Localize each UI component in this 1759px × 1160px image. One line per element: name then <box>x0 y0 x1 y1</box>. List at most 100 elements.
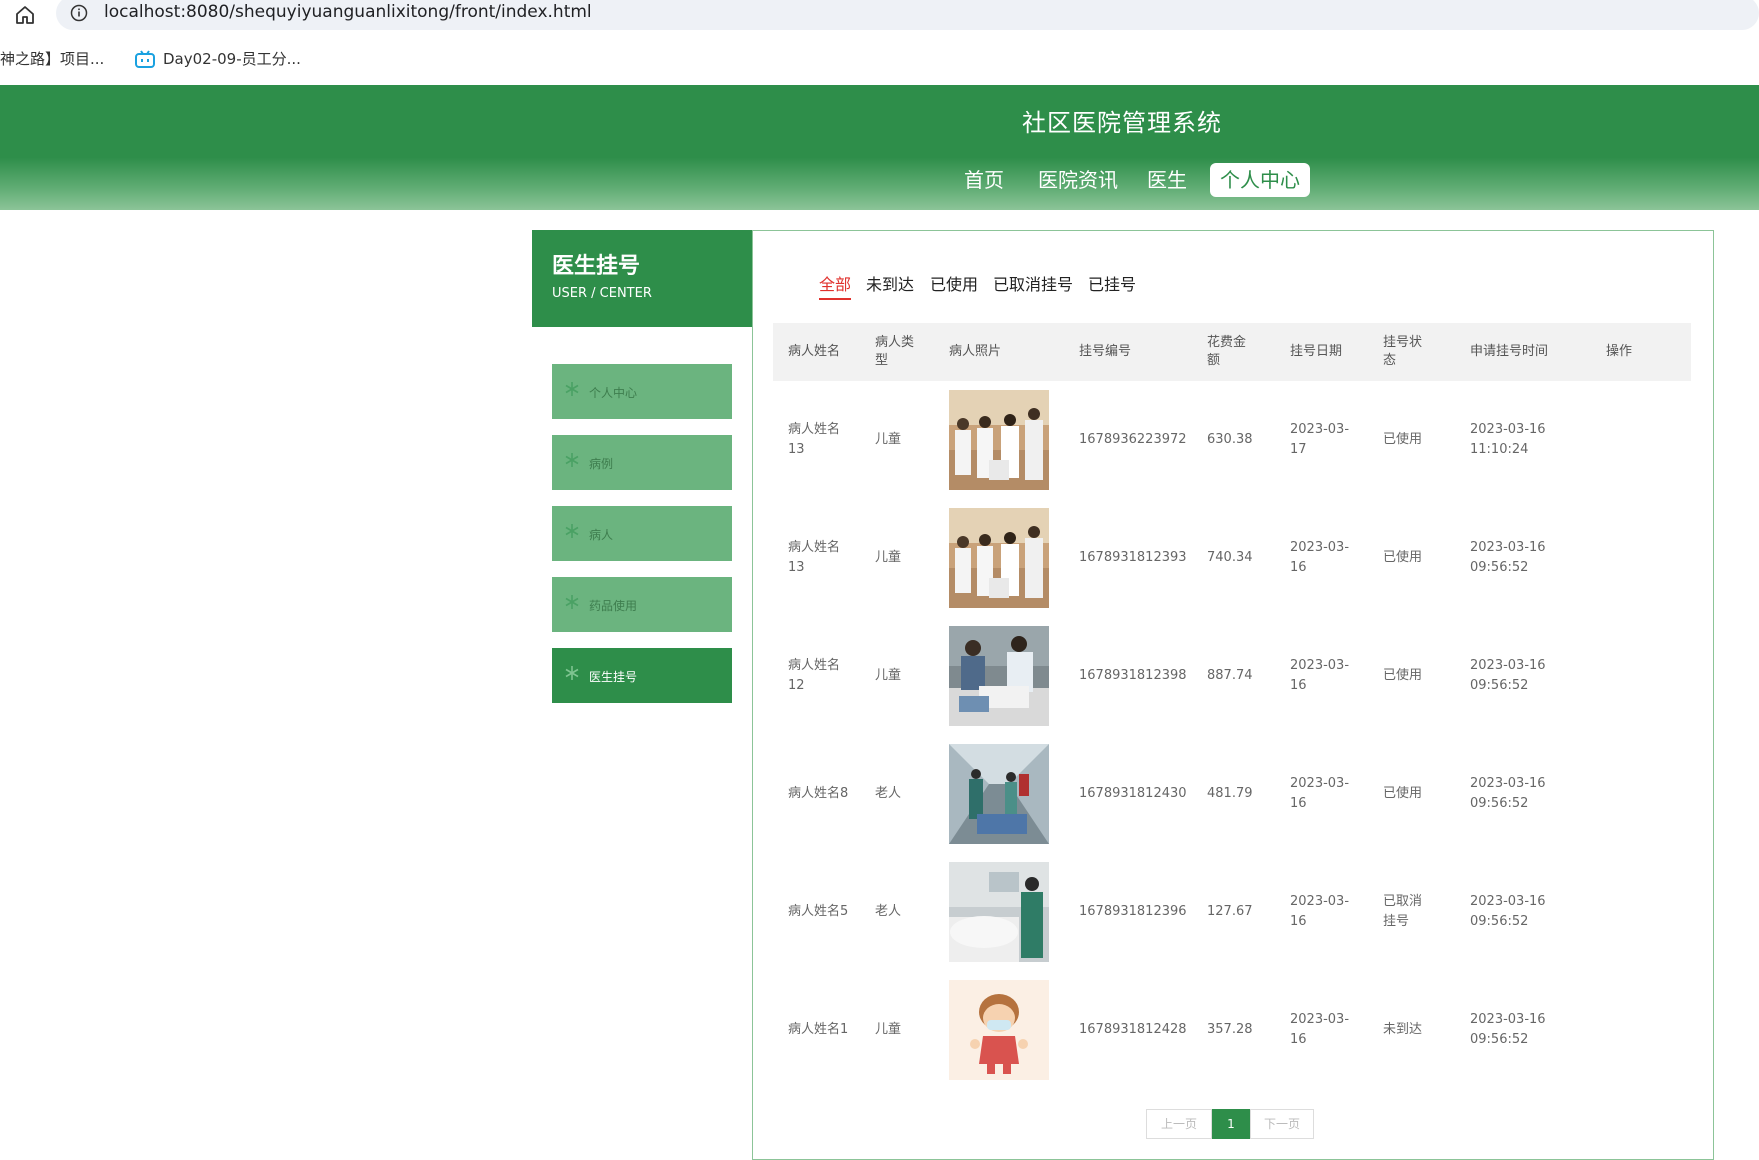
col-reg-status: 挂号状态 <box>1383 335 1423 368</box>
prev-page-button[interactable]: 上一页 <box>1146 1109 1212 1139</box>
cell-name: 病人姓名13 <box>788 422 841 457</box>
site-info-icon[interactable] <box>70 4 88 22</box>
masked-child-cartoon <box>949 980 1049 1080</box>
sidebar-item-label: 个人中心 <box>589 386 638 400</box>
table-row: 病人姓名1 儿童 1678931812428 357.28 2023-03-16… <box>773 971 1691 1089</box>
tab-cancelled[interactable]: 已取消挂号 <box>993 271 1073 295</box>
corridor-stretcher-photo <box>949 744 1049 844</box>
col-fee: 花费金额 <box>1207 335 1247 368</box>
cell-fee: 127.67 <box>1207 904 1253 919</box>
cell-date: 2023-03-16 <box>1290 1012 1350 1047</box>
tab-registered[interactable]: 已挂号 <box>1088 271 1136 295</box>
table-row: 病人姓名5 老人 1678931812396 127.67 2023-03-16… <box>773 853 1691 971</box>
sidebar-item-label: 病人 <box>589 528 614 542</box>
registration-panel: 全部 未到达 已使用 已取消挂号 已挂号 病人姓名 病人类型 病人照片 挂号编号… <box>752 230 1714 1160</box>
cell-reg-no: 1678931812398 <box>1079 668 1187 683</box>
cell-name: 病人姓名5 <box>788 904 849 919</box>
cell-apply-time: 2023-03-16 09:56:52 <box>1470 540 1546 575</box>
doctors-group-photo <box>949 390 1049 490</box>
sidebar-item-label: 药品使用 <box>589 599 638 613</box>
page-number-button[interactable]: 1 <box>1212 1109 1250 1139</box>
cell-fee: 630.38 <box>1207 432 1253 447</box>
cell-type: 儿童 <box>875 550 902 565</box>
col-reg-date: 挂号日期 <box>1290 344 1343 359</box>
cell-reg-no: 1678931812396 <box>1079 904 1187 919</box>
ward-care-photo <box>949 626 1049 726</box>
cell-status: 已使用 <box>1383 550 1423 565</box>
nav-doctors[interactable]: 医生 <box>1147 163 1187 197</box>
cell-date: 2023-03-16 <box>1290 540 1350 575</box>
sidebar-header: 医生挂号 USER / CENTER <box>532 230 752 327</box>
col-reg-no: 挂号编号 <box>1079 344 1132 359</box>
cell-reg-no: 1678936223972 <box>1079 432 1187 447</box>
cell-name: 病人姓名1 <box>788 1022 849 1037</box>
tab-all[interactable]: 全部 <box>819 271 852 300</box>
sidebar-item-user-center[interactable]: 个人中心 <box>552 364 732 419</box>
sidebar-item-label: 病例 <box>589 457 614 471</box>
cell-apply-time: 2023-03-16 09:56:52 <box>1470 1012 1546 1047</box>
cell-type: 儿童 <box>875 668 902 683</box>
cell-date: 2023-03-16 <box>1290 776 1350 811</box>
cell-status: 未到达 <box>1383 1022 1423 1037</box>
tab-used[interactable]: 已使用 <box>930 271 978 295</box>
table-row: 病人姓名8 老人 1678931812430 481.79 2023-03-16… <box>773 735 1691 853</box>
sidebar-item-patients[interactable]: 病人 <box>552 506 732 561</box>
cell-reg-no: 1678931812393 <box>1079 550 1187 565</box>
cell-fee: 481.79 <box>1207 786 1253 801</box>
cell-reg-no: 1678931812428 <box>1079 1022 1187 1037</box>
bookmark-item[interactable]: 神之路】项目... <box>0 48 104 69</box>
nav-home[interactable]: 首页 <box>964 163 1004 197</box>
cell-date: 2023-03-17 <box>1290 422 1350 457</box>
cell-name: 病人姓名12 <box>788 658 841 693</box>
col-apply-time: 申请挂号时间 <box>1470 344 1549 359</box>
nav-user-center[interactable]: 个人中心 <box>1210 163 1310 197</box>
sidebar-subtitle: USER / CENTER <box>552 286 652 301</box>
home-icon[interactable] <box>13 3 37 27</box>
sidebar-title: 医生挂号 <box>552 254 641 279</box>
cell-date: 2023-03-16 <box>1290 894 1350 929</box>
sidebar-item-registration[interactable]: 医生挂号 <box>552 648 732 703</box>
bilibili-tv-icon <box>135 49 155 68</box>
browser-address-bar: localhost:8080/shequyiyuanguanlixitong/f… <box>0 0 1759 30</box>
cell-apply-time: 2023-03-16 09:56:52 <box>1470 776 1546 811</box>
sidebar-item-cases[interactable]: 病例 <box>552 435 732 490</box>
cell-type: 老人 <box>875 904 902 919</box>
bookmark-item[interactable]: Day02-09-员工分... <box>135 48 301 69</box>
cell-status: 已使用 <box>1383 786 1423 801</box>
col-patient-name: 病人姓名 <box>788 344 841 359</box>
cell-apply-time: 2023-03-16 09:56:52 <box>1470 658 1546 693</box>
cell-date: 2023-03-16 <box>1290 658 1350 693</box>
snowflake-icon <box>565 524 579 538</box>
cell-fee: 887.74 <box>1207 668 1253 683</box>
cell-type: 儿童 <box>875 432 902 447</box>
cell-fee: 357.28 <box>1207 1022 1253 1037</box>
sidebar-item-drug-usage[interactable]: 药品使用 <box>552 577 732 632</box>
snowflake-icon <box>565 382 579 396</box>
cell-status: 已使用 <box>1383 668 1423 683</box>
next-page-button[interactable]: 下一页 <box>1250 1109 1314 1139</box>
cell-status: 已取消挂号 <box>1383 894 1423 929</box>
cell-name: 病人姓名13 <box>788 540 841 575</box>
cell-apply-time: 2023-03-16 11:10:24 <box>1470 422 1546 457</box>
snowflake-icon <box>565 666 579 680</box>
cell-apply-time: 2023-03-16 09:56:52 <box>1470 894 1546 929</box>
sidebar-item-label: 医生挂号 <box>589 670 638 684</box>
table-row: 病人姓名13 儿童 1678936223972 630.38 2023-03-1… <box>773 381 1691 499</box>
cell-type: 儿童 <box>875 1022 902 1037</box>
snowflake-icon <box>565 453 579 467</box>
nav-news[interactable]: 医院资讯 <box>1038 163 1118 197</box>
cell-type: 老人 <box>875 786 902 801</box>
bookmarks-bar: 神之路】项目... Day02-09-员工分... <box>0 44 1759 76</box>
doctors-group-photo <box>949 508 1049 608</box>
url-text[interactable]: localhost:8080/shequyiyuanguanlixitong/f… <box>104 2 592 22</box>
site-title: 社区医院管理系统 <box>1022 109 1222 137</box>
cell-reg-no: 1678931812430 <box>1079 786 1187 801</box>
snowflake-icon <box>565 595 579 609</box>
col-patient-photo: 病人照片 <box>949 344 1002 359</box>
tab-not-arrived[interactable]: 未到达 <box>866 271 914 295</box>
col-actions: 操作 <box>1606 344 1633 359</box>
site-header: 社区医院管理系统 首页 医院资讯 医生 个人中心 <box>0 85 1759 210</box>
cell-name: 病人姓名8 <box>788 786 849 801</box>
table-row: 病人姓名13 儿童 1678931812393 740.34 2023-03-1… <box>773 499 1691 617</box>
table-header: 病人姓名 病人类型 病人照片 挂号编号 花费金额 挂号日期 挂号状态 申请挂号时… <box>773 323 1691 381</box>
